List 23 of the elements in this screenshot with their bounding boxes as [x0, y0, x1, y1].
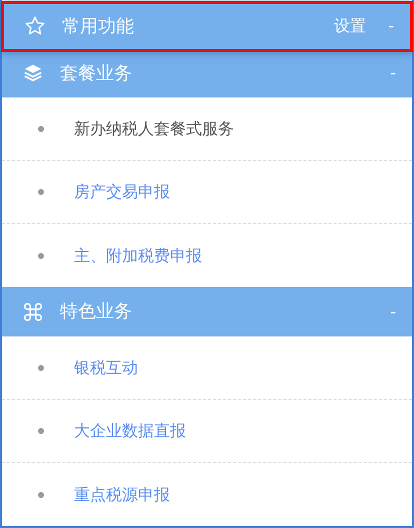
bullet-icon: [38, 492, 44, 498]
section-title: 常用功能: [62, 14, 135, 39]
menu-link[interactable]: 大企业数据直报: [74, 419, 186, 443]
section-title: 套餐业务: [60, 62, 133, 86]
bullet-icon: [38, 428, 44, 434]
bullet-icon: [38, 126, 44, 132]
menu-link[interactable]: 重点税源申报: [74, 482, 170, 506]
settings-link[interactable]: 设置: [334, 14, 366, 38]
menu-link[interactable]: 房产交易申报: [74, 180, 170, 204]
bullet-icon: [38, 252, 44, 259]
collapse-toggle[interactable]: -: [388, 14, 394, 38]
section-header[interactable]: 特色业务 -: [2, 287, 412, 337]
star-icon: [24, 15, 46, 38]
bullet-icon: [38, 365, 44, 371]
bullet-icon: [38, 189, 44, 196]
menu-link[interactable]: 银税互动: [74, 356, 138, 380]
section-title: 特色业务: [60, 300, 133, 324]
section-header[interactable]: 常用功能 设置 -: [4, 4, 410, 49]
command-icon: [22, 300, 44, 323]
menu-link[interactable]: 主、附加税费申报: [74, 244, 202, 268]
collapse-toggle[interactable]: -: [390, 61, 396, 86]
menu-link[interactable]: 新办纳税人套餐式服务: [74, 117, 234, 142]
collapse-toggle[interactable]: -: [390, 300, 396, 324]
